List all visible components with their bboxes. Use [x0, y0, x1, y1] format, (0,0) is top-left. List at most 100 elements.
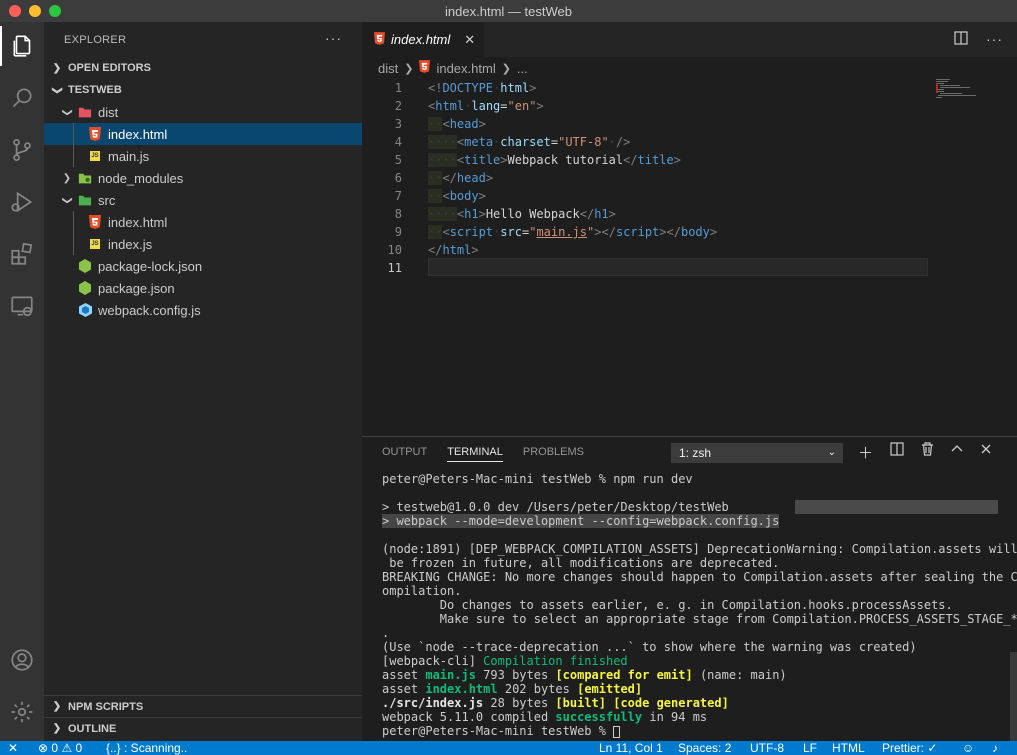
explorer-title: EXPLORER — [64, 33, 127, 46]
more-actions-icon[interactable]: ··· — [325, 30, 342, 46]
explorer-icon[interactable] — [0, 26, 44, 66]
terminal-text: 202 bytes — [504, 682, 570, 696]
close-window-button[interactable] — [9, 5, 21, 17]
tree-item-src-index-html[interactable]: index.html — [44, 211, 362, 233]
tab-problems[interactable]: PROBLEMS — [523, 446, 584, 462]
problems-indicator[interactable]: ⊗ 0 ⚠ 0 — [38, 741, 82, 755]
more-actions-icon[interactable]: ··· — [986, 31, 1003, 48]
remote-indicator-icon[interactable]: ✕ — [8, 741, 18, 755]
terminal-text: asset — [382, 682, 419, 696]
line-number: 4 — [394, 135, 402, 149]
folder-src-icon — [78, 193, 92, 207]
line-number: 11 — [387, 261, 402, 275]
tab-index-html[interactable]: index.html ✕ — [362, 22, 484, 57]
terminal-scrollbar[interactable] — [1010, 652, 1017, 742]
tree-item-package-lock-json[interactable]: package-lock.json — [44, 255, 362, 277]
source-control-icon[interactable] — [0, 130, 44, 170]
tree-item-package-json[interactable]: package.json — [44, 277, 362, 299]
bottom-panel: OUTPUT TERMINAL PROBLEMS 1: zsh ⌄ ＋ pete… — [362, 436, 1017, 742]
tab-terminal[interactable]: TERMINAL — [447, 446, 503, 462]
close-tab-icon[interactable]: ✕ — [464, 32, 475, 48]
tab-output[interactable]: OUTPUT — [382, 446, 427, 462]
terminal-line: BREAKING CHANGE: No more changes should … — [382, 570, 1017, 584]
terminal-cursor — [613, 725, 621, 738]
tree-item-label: index.js — [108, 236, 153, 252]
breadcrumb-folder[interactable]: dist — [378, 61, 398, 76]
eol-status[interactable]: LF — [803, 741, 817, 755]
error-icon: ⊗ — [38, 741, 49, 755]
code-text: ····<meta·charset="UTF-8"·/> — [428, 135, 631, 149]
language-mode[interactable]: HTML — [832, 741, 865, 755]
feedback-icon[interactable]: ☺ — [962, 741, 974, 755]
settings-gear-icon[interactable] — [0, 692, 44, 732]
search-icon[interactable] — [0, 78, 44, 118]
new-terminal-icon[interactable]: ＋ — [858, 442, 873, 463]
open-editors-section[interactable]: ❯ OPEN EDITORS — [44, 57, 362, 79]
tree-item-webpack-config[interactable]: webpack.config.js — [44, 299, 362, 321]
line-number: 1 — [394, 81, 402, 95]
line-number: 3 — [394, 117, 402, 131]
nodejs-icon — [78, 259, 92, 273]
minimize-window-button[interactable] — [29, 5, 41, 17]
tree-item-src[interactable]: ❯ src — [44, 189, 362, 211]
outline-section[interactable]: ❯ OUTLINE — [44, 717, 362, 739]
html5-icon — [374, 31, 385, 48]
terminal-select-value: 1: zsh — [679, 446, 712, 460]
account-icon[interactable] — [0, 640, 44, 680]
line-number: 5 — [394, 153, 402, 167]
split-terminal-icon[interactable] — [890, 442, 904, 463]
tree-item-label: index.html — [108, 214, 168, 230]
terminal-line: . — [382, 626, 390, 640]
chevron-right-icon: ❯ — [404, 62, 414, 75]
terminal-select[interactable]: 1: zsh ⌄ — [671, 443, 843, 463]
tree-item-dist-main-js[interactable]: JS main.js — [44, 145, 362, 167]
code-text: ··</head> — [428, 171, 494, 185]
minimap[interactable] — [936, 79, 1006, 109]
breadcrumb-more[interactable]: ... — [517, 61, 528, 76]
split-editor-icon[interactable] — [954, 31, 968, 48]
tree-item-node-modules[interactable]: ❯ node_modules — [44, 167, 362, 189]
npm-scripts-label: NPM SCRIPTS — [68, 700, 144, 713]
encoding-status[interactable]: UTF-8 — [750, 741, 784, 755]
remote-explorer-icon[interactable] — [0, 286, 44, 326]
indentation-status[interactable]: Spaces: 2 — [678, 741, 731, 755]
scanning-status[interactable]: {..} : Scanning.. — [106, 741, 187, 755]
code-line: 2 <html·lang="en"> — [362, 97, 1002, 115]
tree-item-label: main.js — [108, 148, 150, 164]
terminal-text: [webpack-cli] — [382, 654, 476, 668]
npm-scripts-section[interactable]: ❯ NPM SCRIPTS — [44, 695, 362, 717]
trash-icon[interactable] — [921, 442, 934, 463]
breadcrumb-file[interactable]: index.html — [436, 61, 495, 76]
terminal-selection: > webpack --mode=development --config=we… — [382, 514, 780, 528]
error-count: 0 — [51, 741, 59, 755]
line-number: 7 — [394, 189, 402, 203]
tree-item-label: node_modules — [98, 170, 184, 186]
tree-item-dist[interactable]: ❯ dist — [44, 101, 362, 123]
terminal-text: 793 bytes — [483, 668, 549, 682]
prettier-status[interactable]: Prettier: ✓ — [882, 741, 937, 755]
code-line: 5 ····<title>Webpack tutorial</title> — [362, 151, 1002, 169]
bell-icon[interactable]: ♪ — [992, 741, 998, 755]
code-text: ····<title>Webpack tutorial</title> — [428, 153, 681, 167]
tree-item-label: dist — [98, 104, 119, 120]
run-debug-icon[interactable] — [0, 182, 44, 222]
maximize-panel-icon[interactable] — [951, 442, 963, 463]
project-section[interactable]: ❯ TESTWEB — [44, 79, 362, 101]
chevron-right-icon: ❯ — [52, 62, 62, 74]
javascript-icon: JS — [90, 239, 100, 249]
tree-item-dist-index-html[interactable]: index.html — [44, 123, 362, 145]
terminal-text: main.js — [425, 668, 476, 682]
code-line: 1 <!DOCTYPE·html> — [362, 79, 1002, 97]
cursor-position[interactable]: Ln 11, Col 1 — [599, 741, 663, 755]
panel-actions: ＋ — [858, 442, 992, 463]
close-panel-icon[interactable] — [980, 442, 992, 463]
code-text: <html·lang="en"> — [428, 99, 544, 113]
folder-node-icon — [78, 171, 92, 185]
extensions-icon[interactable] — [0, 234, 44, 274]
terminal-line: ompilation. — [382, 584, 462, 598]
maximize-window-button[interactable] — [49, 5, 61, 17]
tree-item-src-index-js[interactable]: JS index.js — [44, 233, 362, 255]
editor-tab-bar: index.html ✕ ··· — [362, 22, 1017, 57]
